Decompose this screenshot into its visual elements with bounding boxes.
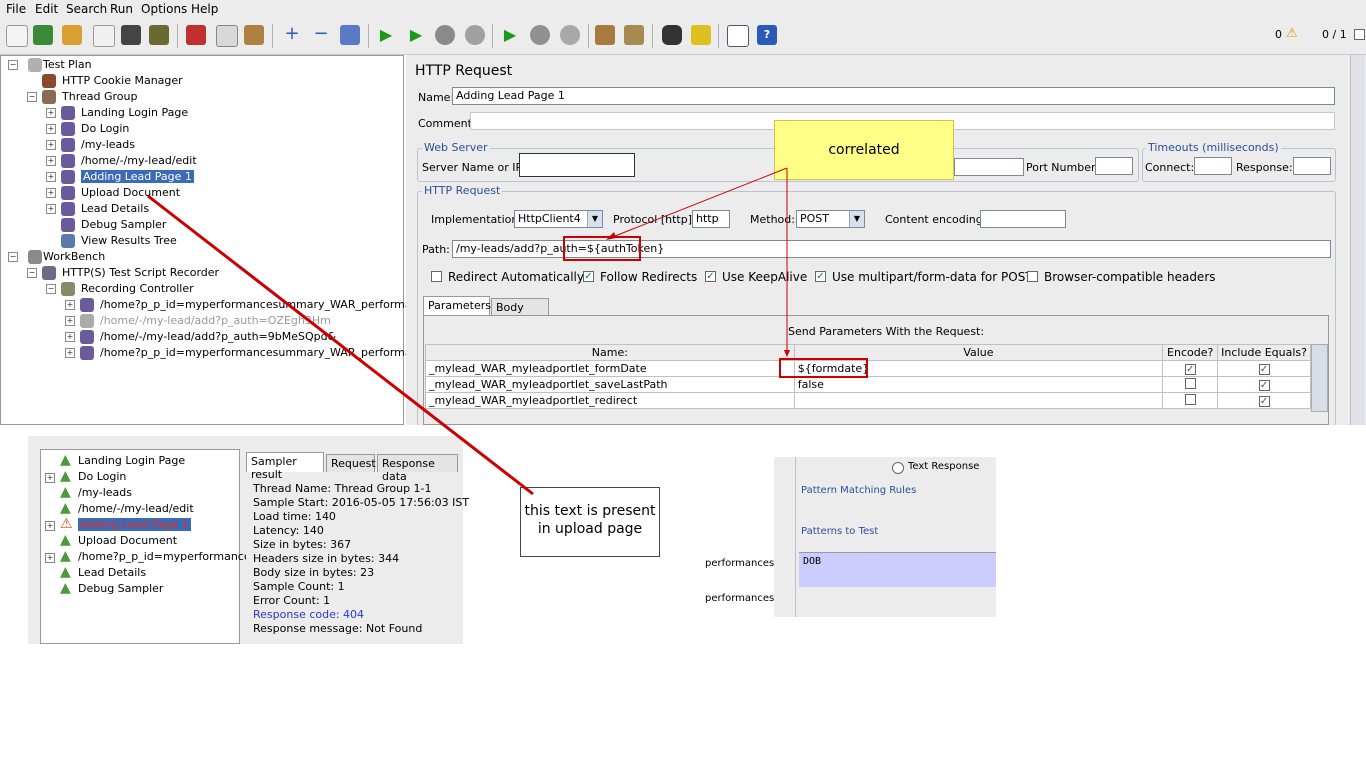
arrow-head xyxy=(784,350,790,357)
arrow-to-auth-token xyxy=(609,167,788,239)
arrow-to-callout xyxy=(147,194,534,496)
annotation-arrows xyxy=(147,167,790,496)
arrow-head xyxy=(606,232,616,240)
